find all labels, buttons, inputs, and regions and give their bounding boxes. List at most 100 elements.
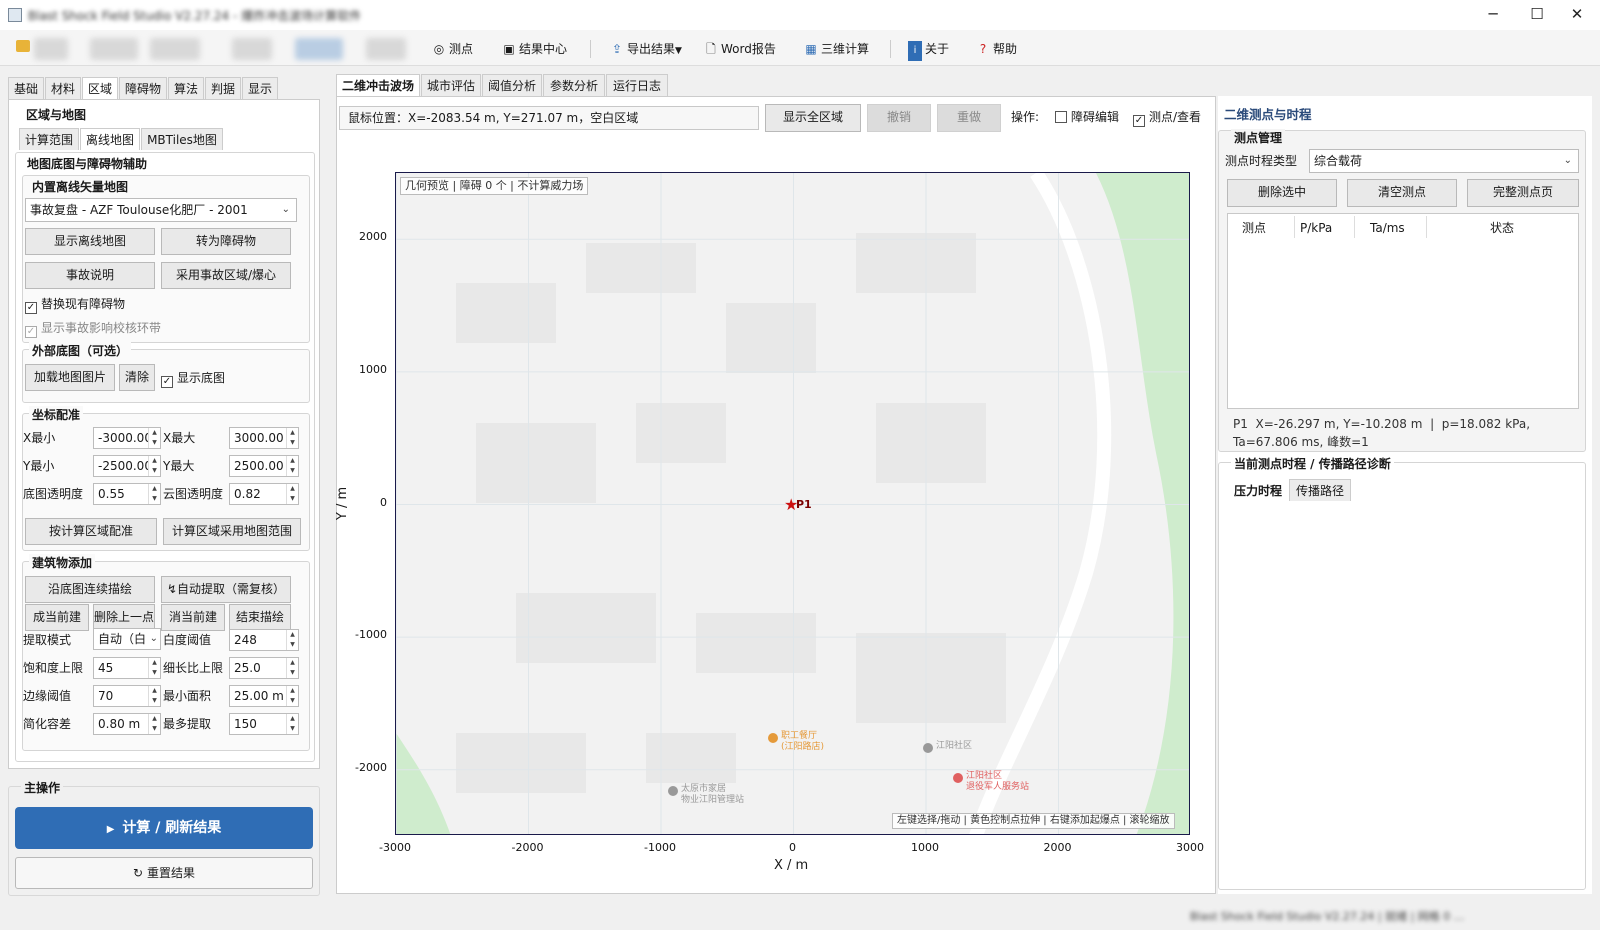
spin-arrows-icon[interactable]: ▲ ▼	[286, 630, 298, 650]
elong-spin[interactable]: 25.0 ▲ ▼	[229, 657, 299, 679]
base-alpha-spin[interactable]: 0.55 ▲ ▼	[93, 483, 161, 505]
tab-obstacle[interactable]: 障碍物	[119, 77, 167, 99]
minimize-button[interactable]: ─	[1470, 0, 1516, 30]
toolbar-export[interactable]: ⇪ 导出结果▼	[610, 39, 682, 59]
toolbar-3d-calc[interactable]: ▦ 三维计算	[804, 39, 869, 59]
col-pressure[interactable]: P/kPa	[1300, 218, 1332, 238]
spin-arrows-icon[interactable]: ▲ ▼	[148, 714, 160, 734]
spin-arrows-icon[interactable]: ▲ ▼	[148, 456, 160, 476]
toolbar-about[interactable]: i 关于	[908, 39, 949, 61]
show-all-region-button[interactable]: 显示全区域	[765, 104, 861, 132]
spin-arrows-icon[interactable]: ▲ ▼	[148, 658, 160, 678]
spin-arrows-icon[interactable]: ▲ ▼	[286, 484, 298, 504]
use-accident-region-button[interactable]: 采用事故区域/爆心	[161, 262, 291, 289]
white-label: 白度阈值	[163, 633, 212, 647]
to-obstacle-button[interactable]: 转为障碍物	[161, 228, 291, 255]
subtab-mbtiles[interactable]: MBTiles地图	[141, 128, 223, 150]
tab-propagation-path[interactable]: 传播路径	[1289, 479, 1351, 501]
tab-threshold[interactable]: 阈值分析	[482, 74, 542, 96]
compute-button[interactable]: ▶ 计算 / 刷新结果	[15, 807, 313, 849]
finish-current-button[interactable]: 成当前建	[25, 604, 89, 631]
full-probe-page-button[interactable]: 完整测点页	[1467, 179, 1579, 207]
simp-label: 简化容差	[23, 717, 72, 731]
subtab-calc-range[interactable]: 计算范围	[19, 128, 79, 150]
col-arrival[interactable]: Ta/ms	[1370, 218, 1405, 238]
calc-use-map-range-button[interactable]: 计算区域采用地图范围	[163, 518, 301, 545]
delete-selected-button[interactable]: 删除选中	[1227, 179, 1337, 207]
folder-icon[interactable]	[16, 40, 30, 52]
tab-display[interactable]: 显示	[242, 77, 278, 99]
end-trace-button[interactable]: 结束描绘	[229, 604, 291, 631]
undo-button[interactable]: 撤销	[867, 104, 931, 132]
subtab-offline-map[interactable]: 离线地图	[80, 128, 140, 150]
probe-view-checkbox[interactable]: ✓ 测点/查看	[1133, 107, 1201, 127]
ymax-spin[interactable]: 2500.00 ▲ ▼	[229, 455, 299, 477]
col-probe[interactable]: 测点	[1242, 218, 1266, 238]
toolbar-word-report[interactable]: 🗋 Word报告	[704, 39, 776, 59]
close-button[interactable]: ✕	[1554, 0, 1600, 30]
tab-basic[interactable]: 基础	[8, 77, 44, 99]
accident-info-button[interactable]: 事故说明	[25, 262, 155, 289]
x-axis-label: X / m	[774, 858, 809, 873]
minarea-label: 最小面积	[163, 689, 212, 703]
trace-button[interactable]: 沿底图连续描绘	[25, 576, 155, 603]
spin-arrows-icon[interactable]: ▲ ▼	[286, 658, 298, 678]
spin-arrows-icon[interactable]: ▲ ▼	[286, 456, 298, 476]
white-spin[interactable]: 248 ▲ ▼	[229, 629, 299, 651]
sat-spin[interactable]: 45 ▲ ▼	[93, 657, 161, 679]
y-tick-label: 2000	[359, 230, 387, 244]
toolbar-help[interactable]: ? 帮助	[976, 39, 1017, 59]
col-divider	[1294, 216, 1295, 238]
building-block	[456, 283, 556, 343]
redo-button[interactable]: 重做	[937, 104, 1001, 132]
extract-mode-select[interactable]: 自动（白 ⌄	[93, 628, 161, 650]
spin-arrows-icon[interactable]: ▲ ▼	[286, 428, 298, 448]
3d-calc-icon: ▦	[805, 42, 817, 56]
tab-pressure-history[interactable]: 压力时程	[1227, 479, 1289, 501]
spin-arrows-icon[interactable]: ▲ ▼	[148, 484, 160, 504]
tab-2d-shockwave[interactable]: 二维冲击波场	[336, 74, 420, 96]
spin-arrows-icon[interactable]: ▲ ▼	[286, 714, 298, 734]
target-icon: ◎	[433, 42, 445, 56]
show-offline-map-button[interactable]: 显示离线地图	[25, 228, 155, 255]
map-select[interactable]: 事故复盘 - AZF Toulouse化肥厂 - 2001 ⌄	[25, 198, 297, 222]
poi-pin-icon	[923, 743, 933, 753]
auto-extract-button[interactable]: ↯自动提取（需复核）	[161, 576, 291, 603]
tab-city-eval[interactable]: 城市评估	[421, 74, 481, 96]
cancel-current-button[interactable]: 消当前建	[161, 604, 225, 631]
probe-table[interactable]: 测点 P/kPa Ta/ms 状态	[1227, 213, 1579, 409]
map-plot[interactable]: 职工餐厅 (江阳路店) 江阳社区 江阳社区 退役军人服务站 太原市家居 物业江阳管理站 几何…	[395, 172, 1190, 835]
maxext-spin[interactable]: 150 ▲ ▼	[229, 713, 299, 735]
tab-material[interactable]: 材料	[45, 77, 81, 99]
ymin-spin[interactable]: -2500.00 ▲ ▼	[93, 455, 161, 477]
delete-prev-button[interactable]: 删除上一点	[93, 604, 155, 631]
spin-arrows-icon[interactable]: ▲ ▼	[286, 686, 298, 706]
load-map-image-button[interactable]: 加载地图图片	[25, 364, 115, 391]
spin-arrows-icon[interactable]: ▲ ▼	[148, 428, 160, 448]
fit-calc-region-button[interactable]: 按计算区域配准	[25, 518, 157, 545]
probe-type-select[interactable]: 综合载荷 ⌄	[1309, 149, 1579, 173]
tab-param-analysis[interactable]: 参数分析	[543, 74, 605, 96]
spin-arrows-icon[interactable]: ▲ ▼	[148, 686, 160, 706]
tab-criteria[interactable]: 判据	[205, 77, 241, 99]
tab-algorithm[interactable]: 算法	[168, 77, 204, 99]
edge-spin[interactable]: 70 ▲ ▼	[93, 685, 161, 707]
toolbar-results-center[interactable]: ▣ 结果中心	[502, 39, 567, 59]
obstacle-edit-checkbox[interactable]: 障碍编辑	[1055, 107, 1119, 127]
xmin-spin[interactable]: -3000.00 ▲ ▼	[93, 427, 161, 449]
simp-spin[interactable]: 0.80 m ▲ ▼	[93, 713, 161, 735]
minarea-spin[interactable]: 25.00 m ▲ ▼	[229, 685, 299, 707]
show-base-checkbox[interactable]: ✓ 显示底图	[161, 368, 225, 388]
col-status[interactable]: 状态	[1490, 218, 1514, 238]
clear-button[interactable]: 清除	[119, 364, 155, 391]
xmax-spin[interactable]: 3000.00 ▲ ▼	[229, 427, 299, 449]
toolbar-probe[interactable]: ◎ 测点	[432, 39, 473, 59]
clear-probes-button[interactable]: 清空测点	[1347, 179, 1457, 207]
tab-run-log[interactable]: 运行日志	[606, 74, 668, 96]
reset-button[interactable]: ↻ 重置结果	[15, 857, 313, 889]
show-ring-checkbox[interactable]: ✓ 显示事故影响校核环带	[25, 318, 161, 338]
tab-region[interactable]: 区域	[82, 77, 118, 99]
poi-label: 退役军人服务站	[966, 780, 1029, 792]
cloud-alpha-spin[interactable]: 0.82 ▲ ▼	[229, 483, 299, 505]
replace-obstacles-checkbox[interactable]: ✓ 替换现有障碍物	[25, 294, 125, 314]
